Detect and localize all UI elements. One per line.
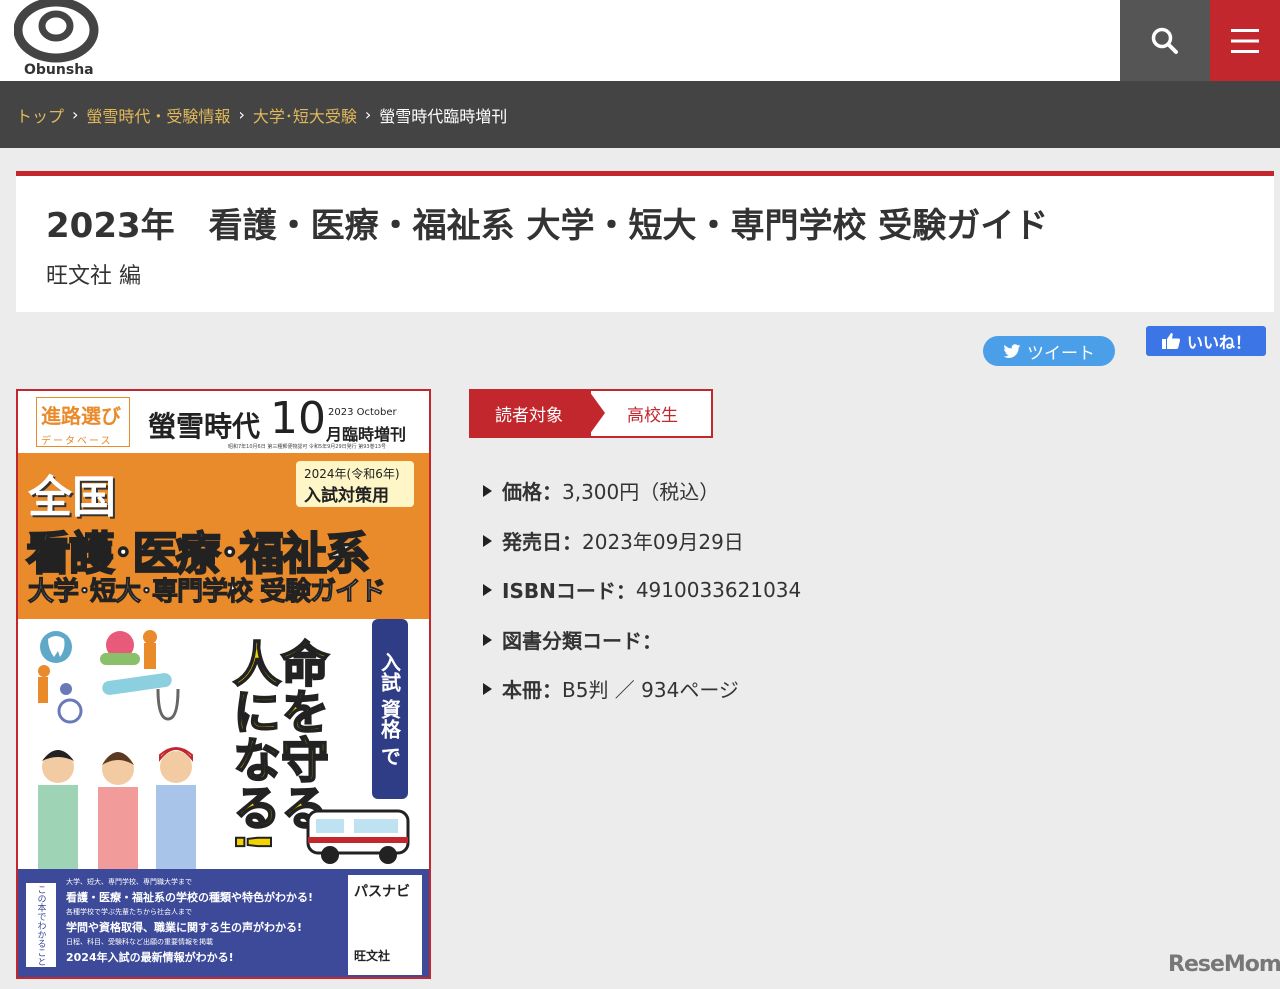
search-icon [1151,27,1178,54]
detail-value: 3,300円（税込） [562,480,720,504]
tweet-button[interactable]: ツイート [983,336,1115,366]
arrow-right-icon [589,391,605,435]
detail-classification: 図書分類コード： [483,625,662,654]
triangle-right-icon [483,534,492,547]
target-audience: 読者対象 高校生 [469,389,713,438]
cover-badge: 2024年(令和6年) 入試対策用 [296,461,414,507]
breadcrumb-current: 螢雪時代臨時増刊 [379,106,508,126]
detail-isbn: ISBNコード： 4910033621034 [483,575,801,604]
like-label: いいね！ [1186,333,1251,352]
cover-series: 進路選び [41,404,121,428]
menu-button[interactable] [1210,0,1280,81]
chevron-right-icon: › [72,105,79,124]
ambulance-icon [306,809,410,864]
detail-format: 本冊： B5判 ／ 934ページ [483,674,739,703]
search-button[interactable] [1120,0,1210,81]
twitter-bird-icon [1003,343,1021,358]
detail-label: 本冊： [502,678,562,702]
triangle-right-icon [483,484,492,497]
cover-zenkoku: 全国 [28,472,116,523]
breadcrumb: トップ › 螢雪時代・受験情報 › 大学･短大受験 › 螢雪時代臨時増刊 [0,81,1280,148]
book-cover-image: 進路選び データベース 螢雪時代 10 2023 October 月臨時増刊 昭… [16,389,431,979]
page-title: 2023年 看護・医療・福祉系 大学・短大・専門学校 受験ガイド [46,206,1049,246]
cover-tag: 入試 資格 で [372,619,408,799]
site-header: Obunsha [0,0,1280,81]
obunsha-logo-icon [13,0,99,63]
detail-value: 4910033621034 [635,577,802,602]
cover-magazine: 螢雪時代 [148,410,261,443]
cover-basugai: パスナビ [354,884,410,900]
resemom-watermark: ReseMom [1168,952,1280,977]
cover-series-sub: データベース [41,436,113,447]
cover-bottom-panel: この本でわかること 大学、短大、専門学校、専門職大学まで 看護・医療・福祉系の学… [18,869,429,977]
cover-vertical-note: この本でわかること [26,883,56,967]
triangle-right-icon [483,682,492,695]
cover-line-5: 日程、科目、受験科など出願の重要情報を掲載 [66,938,213,946]
cover-issue-number: 10 [270,393,326,444]
detail-price: 価格： 3,300円（税込） [483,476,719,505]
triangle-right-icon [483,583,492,596]
cover-line-3: 各種学校で学ぶ先輩たちから社会人まで [66,908,192,916]
chevron-right-icon: › [364,105,372,124]
cover-line-6: 2024年入試の最新情報がわかる! [66,951,234,964]
medical-staff-illustration-icon [38,630,196,869]
detail-label: ISBNコード： [502,579,636,603]
tweet-label: ツイート [1027,343,1095,364]
detail-value: 2023年09月29日 [582,530,744,554]
detail-label: 価格： [502,480,562,504]
detail-release-date: 発売日： 2023年09月29日 [483,526,744,555]
book-author: 旺文社 編 [46,264,141,289]
cover-header: 進路選び データベース 螢雪時代 10 2023 October 月臨時増刊 昭… [18,391,429,453]
logo-text: Obunsha [24,62,94,78]
breadcrumb-top[interactable]: トップ [16,103,64,127]
cover-publisher: 旺文社 [354,949,391,963]
detail-value: B5判 ／ 934ページ [562,678,739,702]
cover-illustration: 命を守る人になる! 入試 資格 で [18,619,429,869]
target-label: 読者対象 [471,391,591,436]
cover-small-print: 昭和7年10月6日 第三種郵便物認可 令和5年9月29日発行 第93巻13号 [228,444,386,450]
facebook-like-button[interactable]: いいね！ [1146,326,1266,356]
chevron-right-icon: › [238,105,245,124]
cover-line-2: 看護・医療・福祉系の学校の種類や特色がわかる! [66,891,314,904]
cover-badge-text: 入試対策用 [304,486,389,506]
detail-label: 発売日： [502,530,582,554]
cover-series-box: 進路選び データベース [36,397,130,447]
cover-publisher-box: パスナビ 旺文社 [348,875,422,975]
breadcrumb-university[interactable]: 大学･短大受験 [253,103,357,127]
thumbs-up-icon [1161,333,1181,349]
cover-sub-title: 大学･短大･専門学校 受験ガイド [27,577,386,608]
book-title-box: 2023年 看護・医療・福祉系 大学・短大・専門学校 受験ガイド 旺文社 編 [16,171,1274,312]
cover-issue-en: 2023 October [328,407,397,418]
hamburger-menu-icon [1231,28,1259,53]
triangle-right-icon [483,633,492,646]
breadcrumb-keisetsu[interactable]: 螢雪時代・受験情報 [86,103,230,127]
cover-issue-label: 月臨時増刊 [326,425,407,444]
target-value: 高校生 [627,406,678,426]
cover-badge-year: 2024年(令和6年) [304,467,400,481]
cover-line-1: 大学、短大、専門学校、専門職大学まで [66,878,192,886]
detail-label: 図書分類コード： [502,629,662,653]
cover-line-4: 学問や資格取得、職業に関する生の声がわかる! [66,921,303,934]
